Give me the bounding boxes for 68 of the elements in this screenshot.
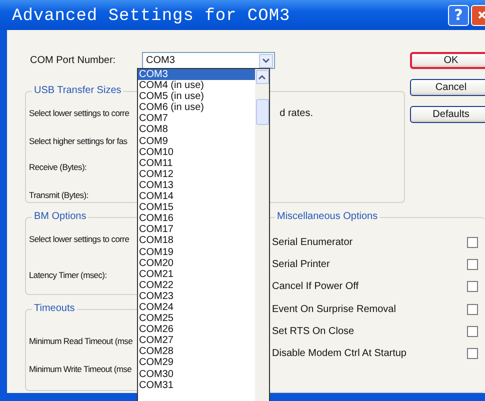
label: d rates. (280, 108, 313, 118)
list-item[interactable]: COM31 (138, 380, 255, 391)
close-icon (476, 10, 485, 20)
list-item[interactable]: COM8 (138, 124, 255, 136)
list-item[interactable]: COM19 (138, 246, 255, 258)
list-item[interactable]: COM21 (138, 268, 255, 280)
list-item[interactable]: COM15 (138, 202, 255, 214)
list-item[interactable]: COM16 (138, 213, 255, 224)
scroll-thumb[interactable] (256, 99, 268, 125)
list-item[interactable]: COM28 (138, 346, 255, 358)
chevron-down-icon (262, 58, 270, 64)
group-title: Miscellaneous Options (275, 211, 380, 222)
help-button[interactable]: ? (448, 4, 469, 26)
list-item[interactable]: COM30 (138, 368, 255, 380)
list-item[interactable]: COM14 (138, 191, 255, 202)
label: Receive (Bytes): (29, 162, 87, 172)
label: Select higher settings for fas (29, 136, 128, 146)
list-item[interactable]: COM29 (138, 357, 255, 369)
list-item[interactable]: COM24 (138, 302, 255, 314)
label: Select lower settings to corre (29, 234, 130, 244)
option-label: Disable Modem Ctrl At Startup (272, 348, 408, 360)
list-item[interactable]: COM26 (138, 324, 255, 336)
list-item[interactable]: COM13 (138, 180, 255, 192)
chevron-up-icon (258, 74, 266, 80)
list-item[interactable]: COM11 (138, 158, 255, 169)
list-item[interactable]: COM22 (138, 280, 255, 291)
window-title: Advanced Settings for COM3 (12, 6, 292, 26)
list-item[interactable]: COM17 (138, 224, 255, 236)
list-item[interactable]: COM27 (138, 335, 255, 346)
com-port-dropdown[interactable]: COM3 (142, 52, 275, 69)
scroll-up-button[interactable] (256, 70, 268, 84)
dialog-button[interactable]: OK (410, 52, 485, 69)
list-item[interactable]: COM23 (138, 290, 255, 302)
list-item[interactable]: COM9 (138, 136, 255, 147)
list-item[interactable]: COM20 (138, 258, 255, 269)
dialog-button[interactable]: Cancel (410, 79, 485, 96)
label: Minimum Read Timeout (mse (29, 336, 133, 346)
option-label: Serial Printer (272, 258, 331, 270)
scrollbar[interactable] (255, 69, 269, 401)
checkbox[interactable] (467, 258, 478, 270)
checkbox[interactable] (467, 348, 478, 360)
checkbox[interactable] (467, 236, 478, 248)
dropdown-button[interactable] (259, 54, 273, 68)
list-item[interactable]: COM5 (in use) (138, 91, 255, 102)
label: Latency Timer (msec): (29, 270, 107, 280)
checkbox[interactable] (467, 304, 478, 315)
group-title: BM Options (32, 211, 88, 222)
checkbox[interactable] (467, 281, 478, 292)
dialog-button[interactable]: Defaults (410, 106, 485, 123)
option-label: Set RTS On Close (272, 326, 356, 337)
list-item[interactable]: COM6 (in use) (138, 102, 255, 114)
list-item[interactable]: COM25 (138, 313, 255, 324)
list-item[interactable]: COM12 (138, 168, 255, 180)
option-label: Serial Enumerator (272, 236, 354, 248)
list-item[interactable]: COM7 (138, 113, 255, 124)
list-item[interactable]: COM18 (138, 235, 255, 246)
group-title: Timeouts (32, 303, 77, 314)
list-item[interactable]: COM4 (in use) (138, 80, 255, 92)
label: Select lower settings to corre (29, 108, 130, 118)
option-label: Event On Surprise Removal (272, 304, 397, 315)
checkbox[interactable] (467, 326, 478, 337)
label: Transmit (Bytes): (29, 190, 88, 200)
group-title: USB Transfer Sizes (32, 85, 124, 96)
list-item[interactable]: COM10 (138, 146, 255, 158)
field-label: COM Port Number: (29, 55, 117, 66)
option-label: Cancel If Power Off (272, 281, 360, 292)
list-item[interactable]: COM3 (138, 69, 255, 80)
label: Minimum Write Timeout (mse (29, 364, 132, 374)
